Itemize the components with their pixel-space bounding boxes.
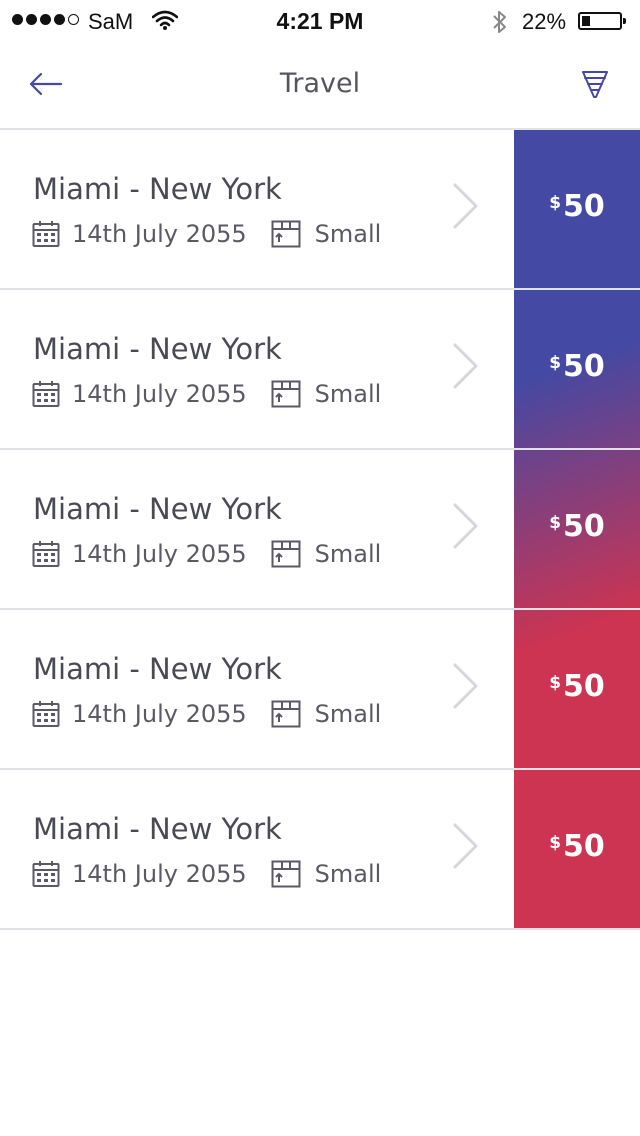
trip-meta: 14th July 2055 Small [32,540,381,568]
price-amount: 50 [563,668,605,704]
page-title: Travel [279,68,361,99]
price-currency: $ [549,833,562,853]
trip-size: Small [314,380,382,408]
filter-funnel-icon [582,71,608,98]
trip-route: Miami - New York [33,332,282,366]
calendar-icon [32,701,60,727]
price-amount: 50 [563,828,605,864]
trip-meta: 14th July 2055 Small [32,860,381,888]
trip-date: 14th July 2055 [72,380,247,408]
trip-date: 14th July 2055 [72,860,247,888]
chevron-right-icon [453,503,478,549]
trip-route: Miami - New York [33,172,282,206]
trip-list: Miami - New York 14th July 2055 Small $ … [0,130,640,930]
trip-date: 14th July 2055 [72,220,247,248]
price-amount: 50 [563,508,605,544]
trip-size: Small [314,220,382,248]
trip-row[interactable]: Miami - New York 14th July 2055 Small $ … [0,290,640,450]
trip-row[interactable]: Miami - New York 14th July 2055 Small $ … [0,130,640,290]
calendar-icon [32,861,60,887]
battery-percent: 22% [522,9,567,34]
navigation-bar: Travel [0,42,640,130]
package-icon [271,380,301,408]
price-amount: 50 [563,348,605,384]
chevron-right-icon [453,823,478,869]
package-icon [271,540,301,568]
price-currency: $ [549,673,562,693]
package-icon [271,860,301,888]
price-badge: $ 50 [514,290,640,448]
trip-size: Small [314,700,382,728]
trip-row[interactable]: Miami - New York 14th July 2055 Small $ … [0,610,640,770]
trip-meta: 14th July 2055 Small [32,220,381,248]
trip-route: Miami - New York [33,652,282,686]
price-amount: 50 [563,188,605,224]
trip-route: Miami - New York [33,812,282,846]
price-badge: $ 50 [514,770,640,928]
chevron-right-icon [453,183,478,229]
package-icon [271,220,301,248]
trip-date: 14th July 2055 [72,540,247,568]
price-badge: $ 50 [514,610,640,768]
trip-route: Miami - New York [33,492,282,526]
price-currency: $ [549,513,562,533]
trip-size: Small [314,540,382,568]
battery-level-fill [582,16,590,26]
calendar-icon [32,381,60,407]
price-badge: $ 50 [514,450,640,608]
bluetooth-icon [493,11,506,33]
price-currency: $ [549,193,562,213]
trip-date: 14th July 2055 [72,700,247,728]
calendar-icon [32,221,60,247]
chevron-right-icon [453,343,478,389]
package-icon [271,700,301,728]
trip-size: Small [314,860,382,888]
calendar-icon [32,541,60,567]
price-currency: $ [549,353,562,373]
trip-row[interactable]: Miami - New York 14th July 2055 Small $ … [0,770,640,930]
status-bar: SaM 4:21 PM 22% [0,0,640,42]
chevron-right-icon [453,663,478,709]
price-badge: $ 50 [514,130,640,288]
trip-row[interactable]: Miami - New York 14th July 2055 Small $ … [0,450,640,610]
trip-meta: 14th July 2055 Small [32,700,381,728]
filter-button[interactable] [580,66,610,104]
trip-meta: 14th July 2055 Small [32,380,381,408]
battery-icon [578,12,626,30]
